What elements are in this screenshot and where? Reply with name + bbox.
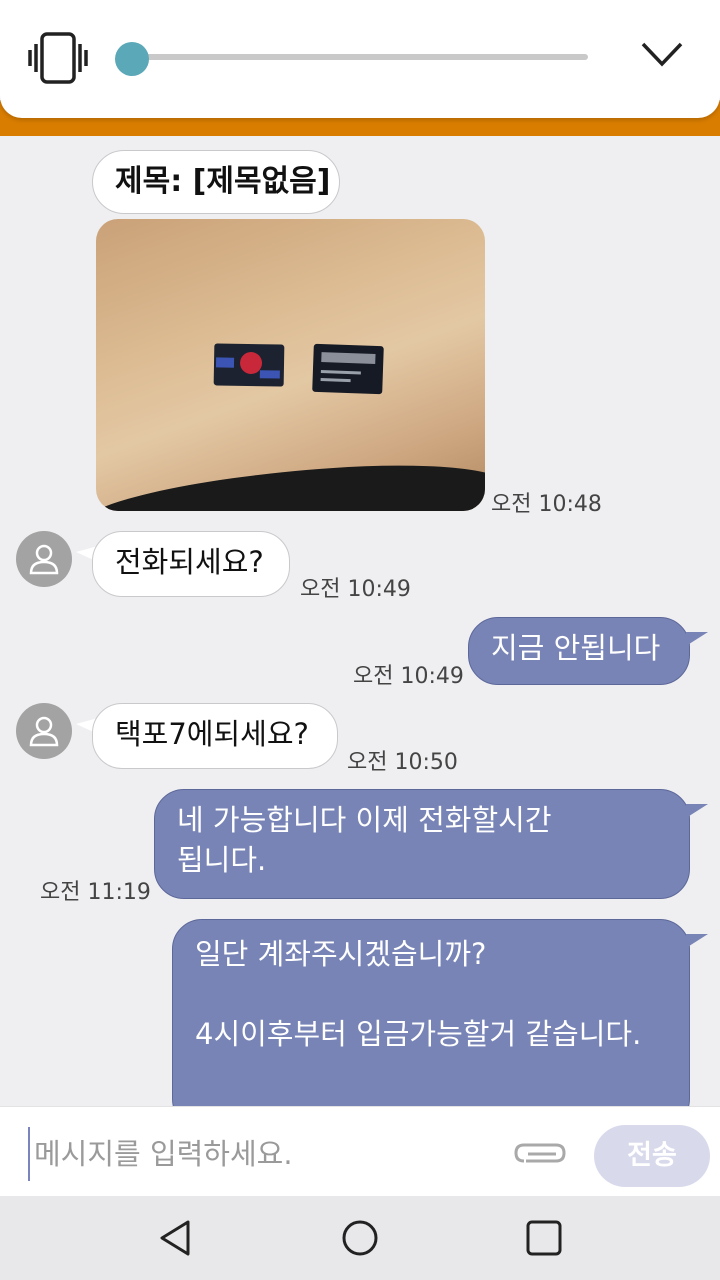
- back-icon[interactable]: [154, 1216, 198, 1260]
- message-subject: 제목: [제목없음]: [92, 150, 340, 214]
- person-icon: [29, 716, 59, 747]
- volume-slider-track[interactable]: [130, 54, 588, 60]
- message-composer: 전송: [0, 1106, 720, 1197]
- vibrate-icon[interactable]: [28, 32, 88, 84]
- message-timestamp: 오전 11:19: [40, 880, 151, 905]
- message-text-line: 됩니다.: [177, 843, 267, 877]
- bubble-tail: [686, 934, 708, 948]
- message-bubble-outgoing[interactable]: 네 가능합니다 이제 전화할시간 됩니다.: [154, 789, 690, 899]
- chevron-down-icon[interactable]: [640, 38, 684, 70]
- message-text-line: 일단 계좌주시겠습니까?: [195, 937, 487, 971]
- message-text: 지금 안됩니다: [491, 631, 661, 665]
- chat-message-list[interactable]: 제목: [제목없음] 오전 10:48 전화되세요? 오전 10:49 지금 안…: [0, 136, 720, 1106]
- message-timestamp: 오전 10:49: [300, 577, 411, 602]
- memory-card-image: [312, 343, 384, 395]
- attached-photo[interactable]: [96, 219, 485, 511]
- recents-icon[interactable]: [522, 1216, 566, 1260]
- bubble-tail: [686, 804, 708, 818]
- message-text: 전화되세요?: [115, 545, 264, 579]
- photo-shadow: [96, 456, 485, 511]
- message-text-line: 네 가능합니다 이제 전화할시간: [177, 803, 552, 837]
- bubble-tail: [686, 632, 708, 646]
- message-bubble-outgoing[interactable]: 일단 계좌주시겠습니까? 4시이후부터 입금가능할거 같습니다.: [172, 919, 690, 1106]
- message-timestamp: 오전 10:49: [353, 664, 464, 689]
- message-text-line: [195, 974, 667, 1014]
- sender-avatar[interactable]: [16, 703, 72, 759]
- message-input[interactable]: [28, 1127, 506, 1181]
- system-navigation-bar: [0, 1196, 720, 1280]
- message-timestamp: 오전 10:50: [347, 750, 458, 775]
- message-text: 택포7에되세요?: [115, 717, 309, 751]
- volume-panel: [0, 0, 720, 118]
- volume-slider-knob[interactable]: [115, 42, 149, 76]
- sender-avatar[interactable]: [16, 531, 72, 587]
- person-icon: [29, 544, 59, 575]
- message-bubble-incoming[interactable]: 전화되세요?: [92, 531, 290, 597]
- message-bubble-outgoing[interactable]: 지금 안됩니다: [468, 617, 690, 685]
- message-text-line: 4시이후부터 입금가능할거 같습니다.: [195, 1017, 642, 1051]
- photo-timestamp: 오전 10:48: [491, 492, 602, 517]
- send-button[interactable]: 전송: [594, 1125, 710, 1187]
- memory-card-image: [213, 343, 285, 387]
- paperclip-icon[interactable]: [512, 1133, 570, 1173]
- home-icon[interactable]: [338, 1216, 382, 1260]
- message-bubble-incoming[interactable]: 택포7에되세요?: [92, 703, 338, 769]
